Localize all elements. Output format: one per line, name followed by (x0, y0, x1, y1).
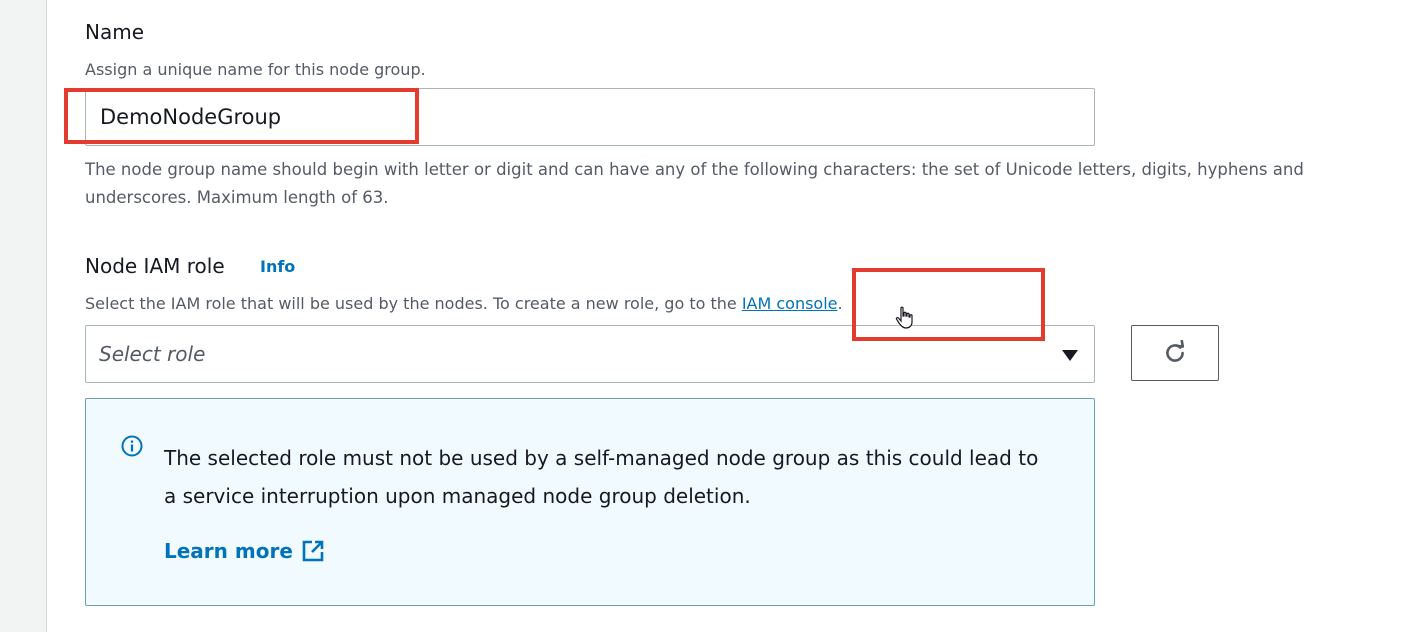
external-link-icon (302, 540, 324, 562)
left-rail (0, 0, 47, 632)
hand-pointer-icon (895, 306, 913, 329)
role-select-placeholder: Select role (99, 342, 206, 366)
refresh-icon (1166, 340, 1185, 362)
info-alert: The selected role must not be used by a … (85, 398, 1095, 606)
name-label: Name (85, 20, 145, 44)
iam-console-link[interactable]: IAM console (742, 294, 838, 313)
caret-down-icon (1062, 350, 1078, 361)
node-iam-role-label: Node IAM role (85, 254, 225, 278)
name-constraints-help: The node group name should begin with le… (85, 160, 1304, 207)
role-description-text: Select the IAM role that will be used by… (85, 294, 742, 313)
alert-message: The selected role must not be used by a … (164, 446, 1039, 508)
name-description: Assign a unique name for this node group… (85, 60, 426, 79)
learn-more-label: Learn more (164, 539, 293, 563)
learn-more-link[interactable]: Learn more (164, 539, 325, 563)
node-iam-role-description: Select the IAM role that will be used by… (85, 290, 843, 318)
node-group-config-form: Name Assign a unique name for this node … (85, 0, 1395, 632)
node-group-name-input[interactable] (85, 88, 1095, 146)
role-description-period: . (837, 294, 843, 313)
refresh-roles-button[interactable] (1131, 325, 1219, 381)
role-select-dropdown[interactable]: Select role (85, 325, 1095, 383)
info-circle-icon (121, 435, 143, 457)
info-link[interactable]: Info (260, 257, 295, 276)
